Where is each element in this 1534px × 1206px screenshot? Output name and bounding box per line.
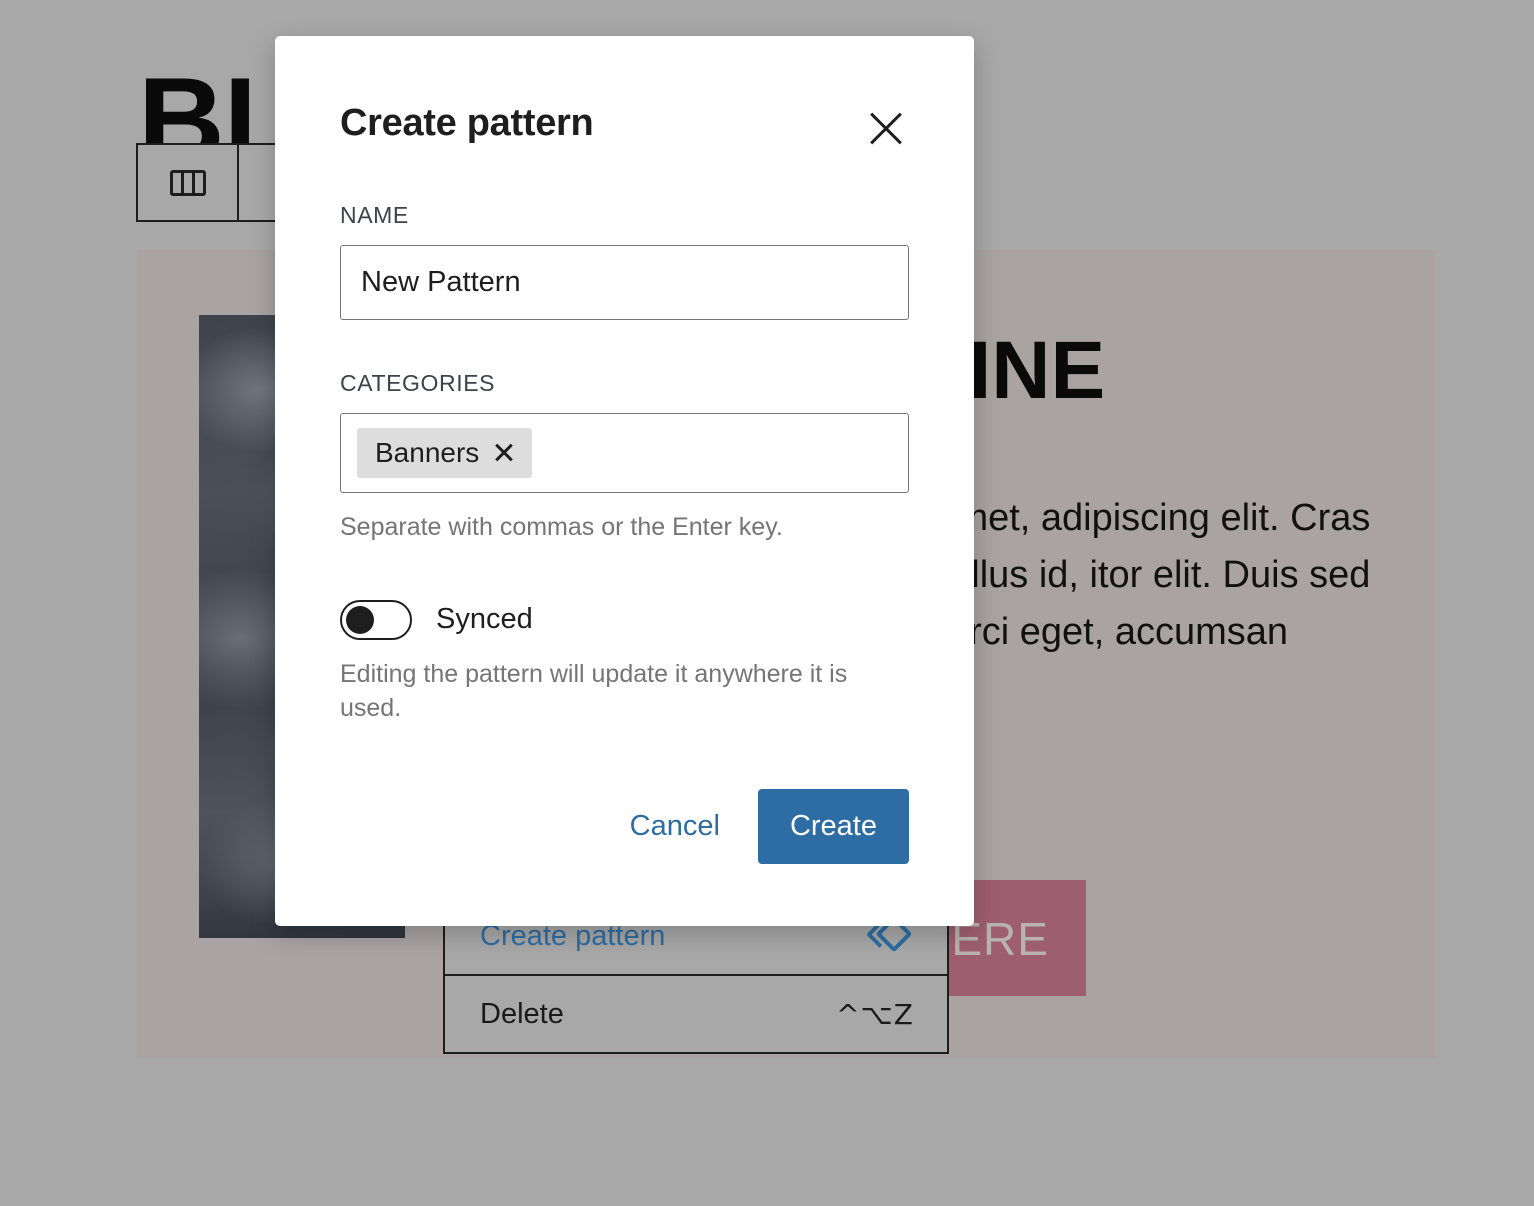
synced-toggle[interactable]	[340, 600, 412, 640]
create-pattern-modal: Create pattern NAME CATEGORIES Banners S…	[275, 36, 974, 926]
category-token-label: Banners	[375, 437, 479, 469]
pattern-name-input[interactable]	[340, 245, 909, 320]
synced-toggle-label: Synced	[436, 603, 533, 636]
modal-title: Create pattern	[340, 102, 593, 145]
menu-item-delete[interactable]: Delete ^⌥Z	[445, 976, 947, 1052]
toolbar-button-columns[interactable]	[138, 145, 239, 220]
modal-header: Create pattern	[340, 36, 909, 152]
categories-field-label: CATEGORIES	[340, 370, 909, 397]
modal-footer: Cancel Create	[620, 789, 909, 864]
name-field-label: NAME	[340, 202, 909, 229]
menu-item-shortcut: ^⌥Z	[836, 998, 914, 1031]
category-token-banners: Banners	[357, 428, 532, 478]
columns-icon	[170, 170, 206, 196]
categories-help-text: Separate with commas or the Enter key.	[340, 511, 909, 545]
cancel-button[interactable]: Cancel	[620, 796, 730, 857]
editor-root: BLO ADLINE n dolor sit amet, adipiscing …	[0, 0, 1534, 1206]
synced-help-text: Editing the pattern will update it anywh…	[340, 658, 909, 726]
toggle-knob	[346, 606, 374, 634]
synced-toggle-row: Synced	[340, 600, 909, 640]
menu-group-destructive: Delete ^⌥Z	[445, 974, 947, 1052]
close-icon[interactable]	[863, 106, 909, 152]
remove-token-icon[interactable]	[493, 442, 515, 464]
categories-token-field[interactable]: Banners	[340, 413, 909, 493]
create-button[interactable]: Create	[758, 789, 909, 864]
menu-item-label: Delete	[480, 998, 564, 1031]
